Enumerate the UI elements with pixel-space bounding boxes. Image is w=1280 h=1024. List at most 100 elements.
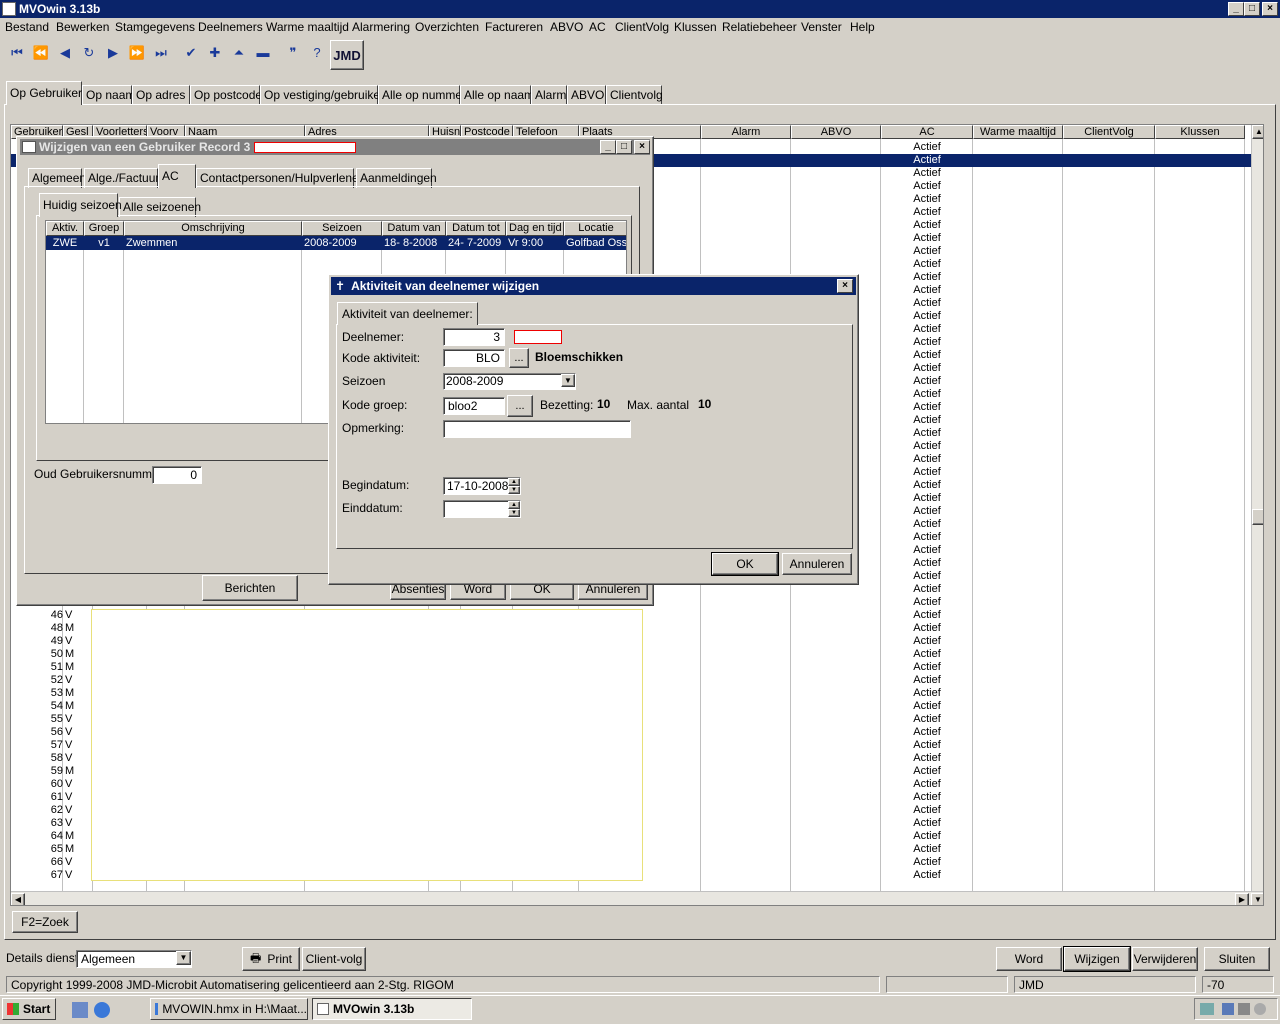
begindatum-spin-down[interactable]: ▼	[508, 486, 520, 494]
activity-cell-dag-en-tijd[interactable]: Vr 9:00	[508, 237, 562, 250]
kode-groep-field[interactable]: bloo2	[443, 397, 505, 415]
row-gender-cell[interactable]: V	[65, 804, 85, 817]
row-gender-cell[interactable]: M	[65, 648, 85, 661]
menu-item-abvo[interactable]: ABVO	[550, 20, 583, 36]
ac-status-cell[interactable]: Actief	[881, 687, 973, 700]
row-number-cell[interactable]: 48	[41, 622, 63, 635]
menu-item-warme-maaltijd[interactable]: Warme maaltijd	[266, 20, 349, 36]
scroll-down-button[interactable]: ▼	[1251, 893, 1263, 905]
ac-status-cell[interactable]: Actief	[881, 440, 973, 453]
activity-cell-groep[interactable]: v1	[86, 237, 122, 250]
ac-status-cell[interactable]: Actief	[881, 375, 973, 388]
menu-item-overzichten[interactable]: Overzichten	[415, 20, 479, 36]
quote-tool-button[interactable]: ❞	[284, 44, 302, 62]
ac-status-cell[interactable]: Actief	[881, 401, 973, 414]
tab-op-naam[interactable]: Op naam	[82, 85, 135, 105]
tab-op-gebruiker[interactable]: Op Gebruiker	[6, 81, 82, 105]
seizoen-select[interactable]: 2008-2009 ▼	[443, 373, 576, 390]
ac-status-cell[interactable]: Actief	[881, 791, 973, 804]
ac-status-cell[interactable]: Actief	[881, 271, 973, 284]
row-gender-cell[interactable]: V	[65, 674, 85, 687]
row-gender-cell[interactable]: V	[65, 778, 85, 791]
ac-status-cell[interactable]: Actief	[881, 180, 973, 193]
tab-abvo[interactable]: ABVO	[567, 85, 606, 105]
ac-status-cell[interactable]: Actief	[881, 427, 973, 440]
ac-status-cell[interactable]: Actief	[881, 726, 973, 739]
menu-item-bewerken[interactable]: Bewerken	[56, 20, 109, 36]
tray-volume-icon[interactable]	[1254, 1003, 1266, 1015]
row-gender-cell[interactable]: M	[65, 687, 85, 700]
row-number-cell[interactable]: 58	[41, 752, 63, 765]
ac-status-cell[interactable]: Actief	[881, 362, 973, 375]
tab-op-vestiging-gebruiker[interactable]: Op vestiging/gebruiker	[260, 85, 384, 105]
activity-cell-aktiv[interactable]: ZWE	[48, 237, 82, 250]
ac-status-cell[interactable]: Actief	[881, 141, 973, 154]
row-gender-cell[interactable]: V	[65, 739, 85, 752]
row-gender-cell[interactable]: M	[65, 622, 85, 635]
ac-status-cell[interactable]: Actief	[881, 674, 973, 687]
help-tool-button[interactable]: ?	[308, 44, 326, 62]
row-number-cell[interactable]: 55	[41, 713, 63, 726]
menu-item-stamgegevens[interactable]: Stamgegevens	[115, 20, 195, 36]
row-number-cell[interactable]: 67	[41, 869, 63, 882]
row-gender-cell[interactable]: V	[65, 817, 85, 830]
wijzigen-button[interactable]: Wijzigen	[1063, 946, 1131, 972]
user-tab-contactpersonen-hulpverleners[interactable]: Contactpersonen/Hulpverleners	[196, 168, 369, 188]
row-number-cell[interactable]: 46	[41, 609, 63, 622]
dialog-tab[interactable]: Aktiviteit van deelnemer:	[337, 302, 478, 325]
client-volg-button[interactable]: Client-volg	[302, 947, 366, 971]
search-button[interactable]: F2=Zoek	[12, 911, 78, 933]
user-tab-alge-factuur[interactable]: Alge./Factuur	[84, 168, 159, 188]
ac-status-cell[interactable]: Actief	[881, 336, 973, 349]
user-window-minimize-button[interactable]: _	[600, 140, 616, 154]
ac-status-cell[interactable]: Actief	[881, 804, 973, 817]
chevron-down-icon[interactable]: ▼	[176, 951, 191, 965]
menu-item-factureren[interactable]: Factureren	[485, 20, 543, 36]
tab-alle-op-nummer[interactable]: Alle op nummer	[378, 85, 466, 105]
chevron-down-icon[interactable]: ▼	[561, 374, 575, 387]
ac-status-cell[interactable]: Actief	[881, 713, 973, 726]
user-tab-aanmeldingen[interactable]: Aanmeldingen	[356, 168, 437, 188]
user-tab-algemeen[interactable]: Algemeen	[28, 168, 86, 188]
minimize-button[interactable]: _	[1228, 2, 1244, 16]
scroll-right-button[interactable]: ▶	[1235, 893, 1249, 905]
details-select[interactable]: Algemeen ▼	[76, 950, 192, 968]
word-button[interactable]: Word	[996, 947, 1062, 971]
ac-status-cell[interactable]: Actief	[881, 817, 973, 830]
row-number-cell[interactable]: 52	[41, 674, 63, 687]
maximize-button[interactable]: □	[1244, 2, 1260, 16]
row-number-cell[interactable]: 63	[41, 817, 63, 830]
row-number-cell[interactable]: 54	[41, 700, 63, 713]
plus-tool-button[interactable]: ✚	[206, 44, 224, 62]
vertical-scrollbar[interactable]: ▲	[1251, 125, 1263, 891]
ac-status-cell[interactable]: Actief	[881, 323, 973, 336]
prev-tool-button[interactable]: ◀	[56, 44, 74, 62]
activity-cell-datum-van[interactable]: 18- 8-2008	[384, 237, 444, 250]
row-number-cell[interactable]: 59	[41, 765, 63, 778]
scroll-thumb[interactable]	[1252, 509, 1263, 525]
ac-status-cell[interactable]: Actief	[881, 505, 973, 518]
dialog-close-button[interactable]: ×	[837, 279, 853, 293]
ac-status-cell[interactable]: Actief	[881, 466, 973, 479]
row-number-cell[interactable]: 61	[41, 791, 63, 804]
ac-status-cell[interactable]: Actief	[881, 232, 973, 245]
horizontal-scrollbar[interactable]: ◀ ▶ ▼	[11, 891, 1263, 905]
tab-alle-op-naam[interactable]: Alle op naam	[460, 85, 534, 105]
begindatum-spin-up[interactable]: ▲	[508, 478, 520, 486]
menu-item-help[interactable]: Help	[850, 20, 875, 36]
print-button[interactable]: 🖶 Print	[242, 947, 300, 971]
next-tool-button[interactable]: ▶	[104, 44, 122, 62]
row-gender-cell[interactable]: V	[65, 752, 85, 765]
ac-status-cell[interactable]: Actief	[881, 310, 973, 323]
user-subtab-huidig-seizoen[interactable]: Huidig seizoen	[39, 193, 122, 217]
ac-status-cell[interactable]: Actief	[881, 492, 973, 505]
row-number-cell[interactable]: 49	[41, 635, 63, 648]
ac-status-cell[interactable]: Actief	[881, 700, 973, 713]
ac-status-cell[interactable]: Actief	[881, 843, 973, 856]
row-gender-cell[interactable]: M	[65, 700, 85, 713]
dialog-annuleren-button[interactable]: Annuleren	[782, 553, 852, 575]
tab-op-adres[interactable]: Op adres	[132, 85, 190, 105]
ac-status-cell[interactable]: Actief	[881, 245, 973, 258]
up-tool-button[interactable]: ⏶	[230, 44, 248, 62]
tray-display-icon[interactable]	[1200, 1003, 1214, 1015]
